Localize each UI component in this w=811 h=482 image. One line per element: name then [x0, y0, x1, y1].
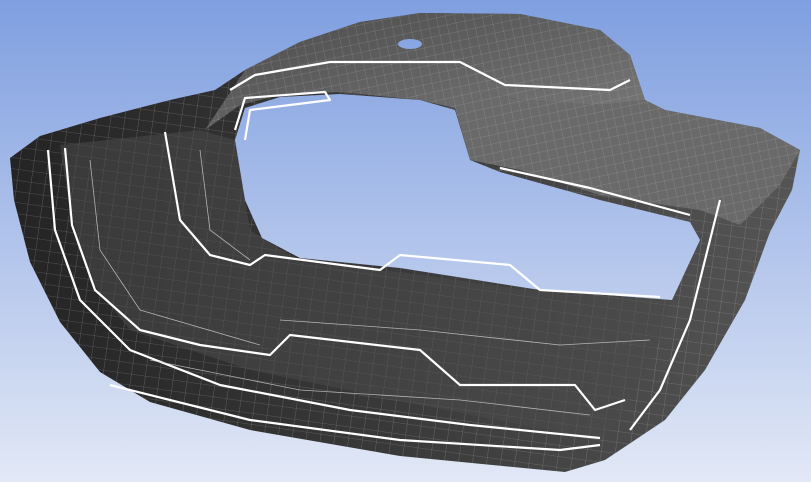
- roof-hole: [398, 39, 422, 49]
- graphics-viewport[interactable]: [0, 0, 811, 482]
